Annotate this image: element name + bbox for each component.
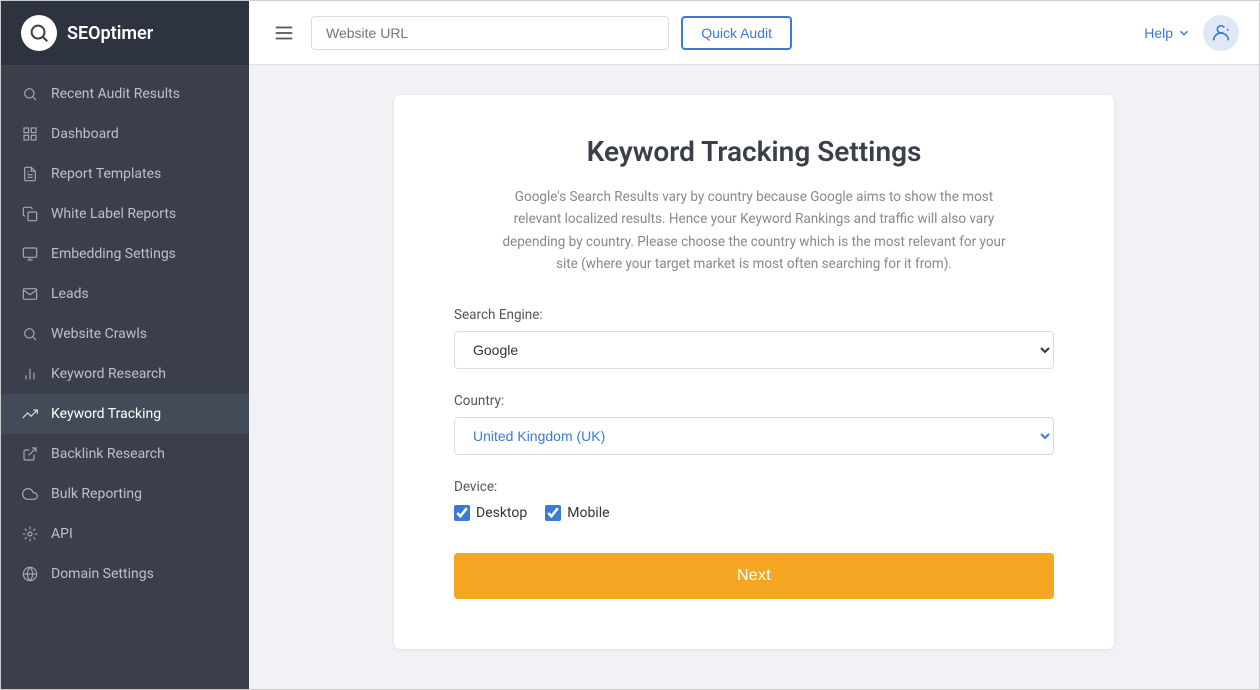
search-circle-icon [21,325,39,343]
sidebar-item-keyword-tracking[interactable]: Keyword Tracking [1,394,249,434]
mobile-checkbox[interactable] [545,505,561,521]
sidebar-item-domain-settings[interactable]: Domain Settings [1,554,249,594]
desktop-checkbox-label[interactable]: Desktop [454,505,527,521]
sidebar-item-recent-audit[interactable]: Recent Audit Results [1,74,249,114]
mail-icon [21,285,39,303]
sidebar-item-white-label[interactable]: White Label Reports [1,194,249,234]
sidebar-item-label: Backlink Research [51,446,165,462]
sidebar-item-label: Keyword Research [51,366,166,382]
copy-icon [21,205,39,223]
file-edit-icon [21,165,39,183]
sidebar-item-label: Domain Settings [51,566,154,582]
sidebar-item-dashboard[interactable]: Dashboard [1,114,249,154]
sidebar-item-label: Recent Audit Results [51,86,180,102]
bar-chart-icon [21,365,39,383]
sidebar-item-report-templates[interactable]: Report Templates [1,154,249,194]
mobile-checkbox-label[interactable]: Mobile [545,505,609,521]
mobile-label: Mobile [567,505,609,521]
quick-audit-button[interactable]: Quick Audit [681,16,792,50]
help-button[interactable]: Help [1144,25,1191,41]
logo-icon [21,15,57,51]
globe-icon [21,565,39,583]
monitor-icon [21,245,39,263]
sidebar-item-label: Dashboard [51,126,119,142]
page-content: Keyword Tracking Settings Google's Searc… [249,65,1259,689]
page-title: Keyword Tracking Settings [454,135,1054,168]
desktop-label: Desktop [476,505,527,521]
user-avatar[interactable] [1203,15,1239,51]
country-select[interactable]: United Kingdom (UK) United States (US) A… [454,417,1054,455]
sidebar-item-label: White Label Reports [51,206,176,222]
sidebar-item-api[interactable]: API [1,514,249,554]
country-label: Country: [454,393,1054,409]
search-icon [21,85,39,103]
sidebar-navigation: Recent Audit Results Dashboard Report Te… [1,66,249,689]
sidebar-item-keyword-research[interactable]: Keyword Research [1,354,249,394]
sidebar-item-bulk-reporting[interactable]: Bulk Reporting [1,474,249,514]
sidebar-logo[interactable]: SEOptimer [1,1,249,66]
hamburger-button[interactable] [269,18,299,48]
sidebar-item-website-crawls[interactable]: Website Crawls [1,314,249,354]
logo-text: SEOptimer [67,23,153,44]
device-label: Device: [454,479,1054,495]
device-checkboxes: Desktop Mobile [454,505,1054,521]
sidebar-item-backlink-research[interactable]: Backlink Research [1,434,249,474]
api-icon [21,525,39,543]
sidebar-item-label: API [51,526,73,542]
sidebar-item-leads[interactable]: Leads [1,274,249,314]
search-engine-label: Search Engine: [454,307,1054,323]
dashboard-icon [21,125,39,143]
sidebar-item-label: Bulk Reporting [51,486,142,502]
search-engine-group: Search Engine: Google Bing Yahoo [454,307,1054,369]
page-description: Google's Search Results vary by country … [494,186,1014,275]
sidebar-item-label: Leads [51,286,89,302]
trending-icon [21,405,39,423]
external-link-icon [21,445,39,463]
sidebar-item-label: Embedding Settings [51,246,176,262]
settings-card: Keyword Tracking Settings Google's Searc… [394,95,1114,649]
next-button[interactable]: Next [454,553,1054,599]
sidebar-item-embedding[interactable]: Embedding Settings [1,234,249,274]
sidebar-item-label: Report Templates [51,166,161,182]
country-group: Country: United Kingdom (UK) United Stat… [454,393,1054,455]
sidebar-item-label: Website Crawls [51,326,147,342]
desktop-checkbox[interactable] [454,505,470,521]
main-area: Quick Audit Help Keyword Tracking Settin… [249,1,1259,689]
sidebar: SEOptimer Recent Audit Results Dashboard… [1,1,249,689]
header: Quick Audit Help [249,1,1259,65]
cloud-icon [21,485,39,503]
device-group: Device: Desktop Mobile [454,479,1054,521]
url-input[interactable] [311,16,669,50]
sidebar-item-label: Keyword Tracking [51,406,161,422]
search-engine-select[interactable]: Google Bing Yahoo [454,331,1054,369]
